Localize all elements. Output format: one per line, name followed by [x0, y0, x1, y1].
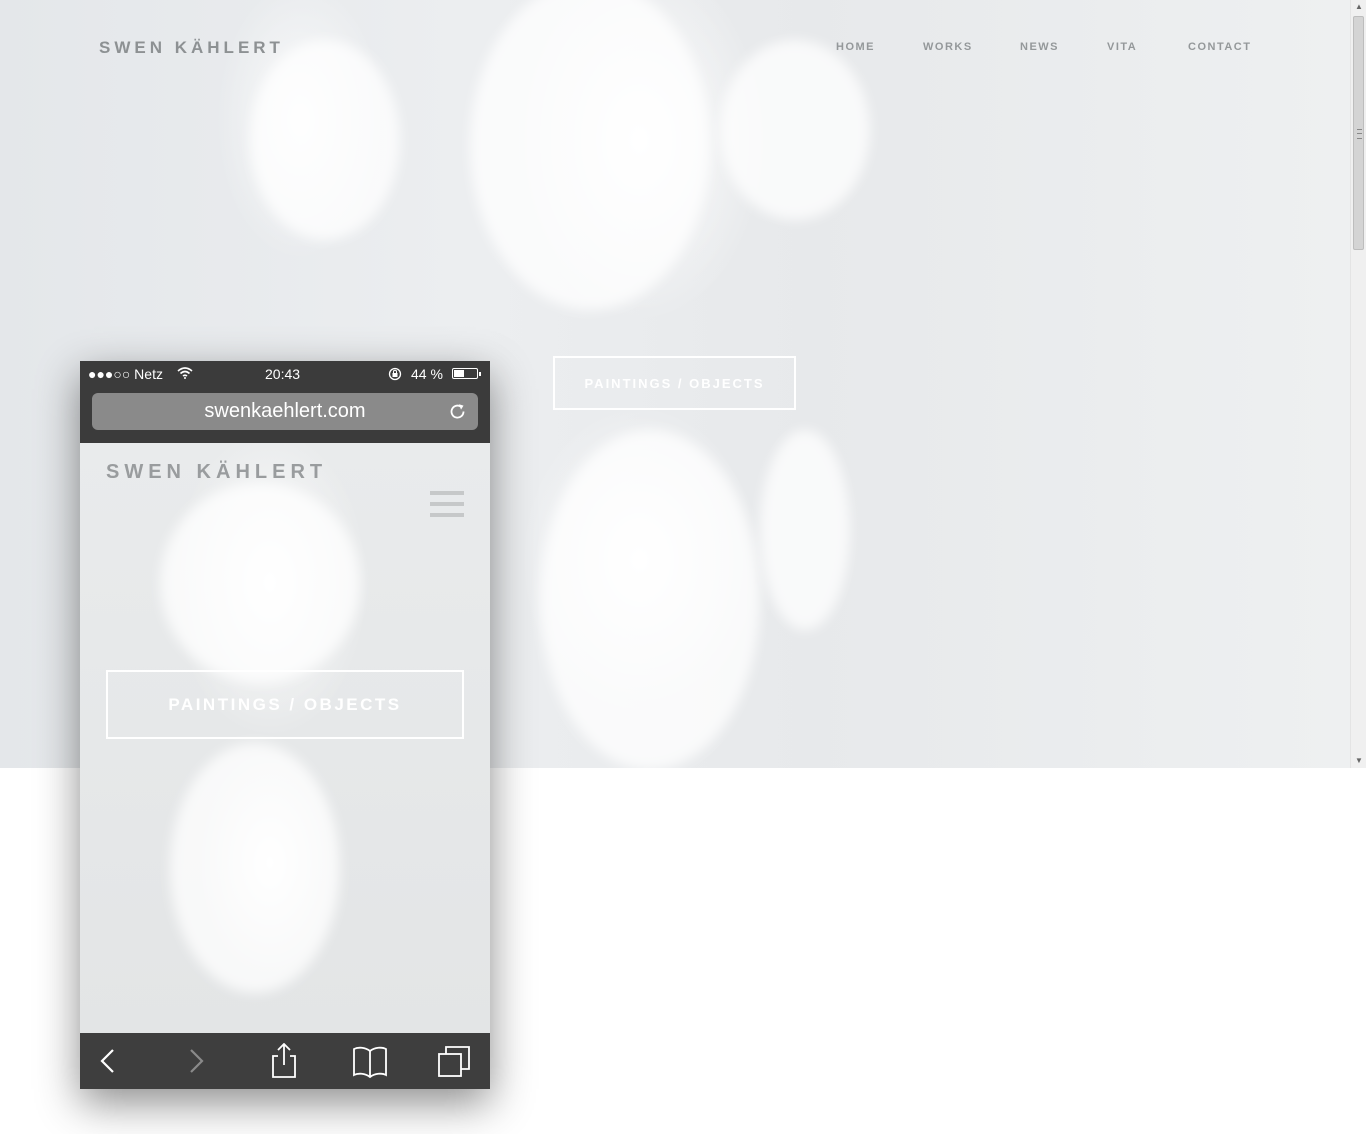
- scrollbar[interactable]: ▲ ▼: [1350, 0, 1366, 768]
- nav-contact[interactable]: CONTACT: [1188, 41, 1251, 53]
- nav-news[interactable]: NEWS: [1020, 41, 1059, 53]
- nav-vita[interactable]: VITA: [1107, 41, 1137, 53]
- sculpture-shape: [760, 430, 850, 630]
- mobile-site-screen: SWEN KÄHLERT PAINTINGS / OBJECTS: [80, 443, 490, 1033]
- paintings-objects-button[interactable]: PAINTINGS / OBJECTS: [553, 356, 796, 410]
- wifi-icon: [177, 367, 193, 379]
- battery-icon: [452, 368, 478, 379]
- battery-tip: [479, 372, 481, 376]
- mobile-paintings-objects-button[interactable]: PAINTINGS / OBJECTS: [106, 670, 464, 739]
- sculpture-shape: [160, 483, 360, 683]
- status-time: 20:43: [265, 366, 301, 382]
- browser-chrome: swenkaehlert.com: [80, 387, 490, 443]
- share-icon[interactable]: [266, 1043, 302, 1079]
- nav-works[interactable]: WORKS: [923, 41, 973, 53]
- back-icon[interactable]: [90, 1043, 126, 1079]
- phone-mockup: ●●●○○ Netz 20:43 44 % swenkaehlert.com S…: [80, 361, 490, 1089]
- sculpture-shape: [540, 430, 760, 768]
- sculpture-shape: [250, 40, 400, 240]
- scroll-up-icon[interactable]: ▲: [1351, 0, 1366, 14]
- url-text: swenkaehlert.com: [204, 400, 366, 422]
- sculpture-shape: [170, 743, 340, 993]
- forward-icon[interactable]: [178, 1043, 214, 1079]
- rotation-lock-icon: [388, 367, 402, 381]
- bookmarks-icon[interactable]: [352, 1043, 388, 1079]
- nav-home[interactable]: HOME: [836, 41, 875, 53]
- address-bar[interactable]: swenkaehlert.com: [92, 393, 478, 430]
- grip-icon: [1357, 129, 1362, 139]
- carrier-signal: ●●●○○ Netz: [88, 366, 163, 382]
- browser-toolbar: [80, 1033, 490, 1089]
- mobile-site-logo[interactable]: SWEN KÄHLERT: [106, 461, 327, 484]
- status-bar: ●●●○○ Netz 20:43 44 %: [80, 361, 490, 387]
- sculpture-shape: [720, 40, 870, 220]
- scroll-down-icon[interactable]: ▼: [1351, 754, 1366, 768]
- hamburger-menu-icon[interactable]: [430, 491, 464, 521]
- reload-icon[interactable]: [448, 402, 468, 422]
- battery-percent: 44 %: [411, 366, 443, 382]
- main-nav: HOME WORKS NEWS VITA CONTACT: [0, 41, 1350, 57]
- tabs-icon[interactable]: [436, 1043, 472, 1079]
- scroll-thumb[interactable]: [1353, 16, 1364, 250]
